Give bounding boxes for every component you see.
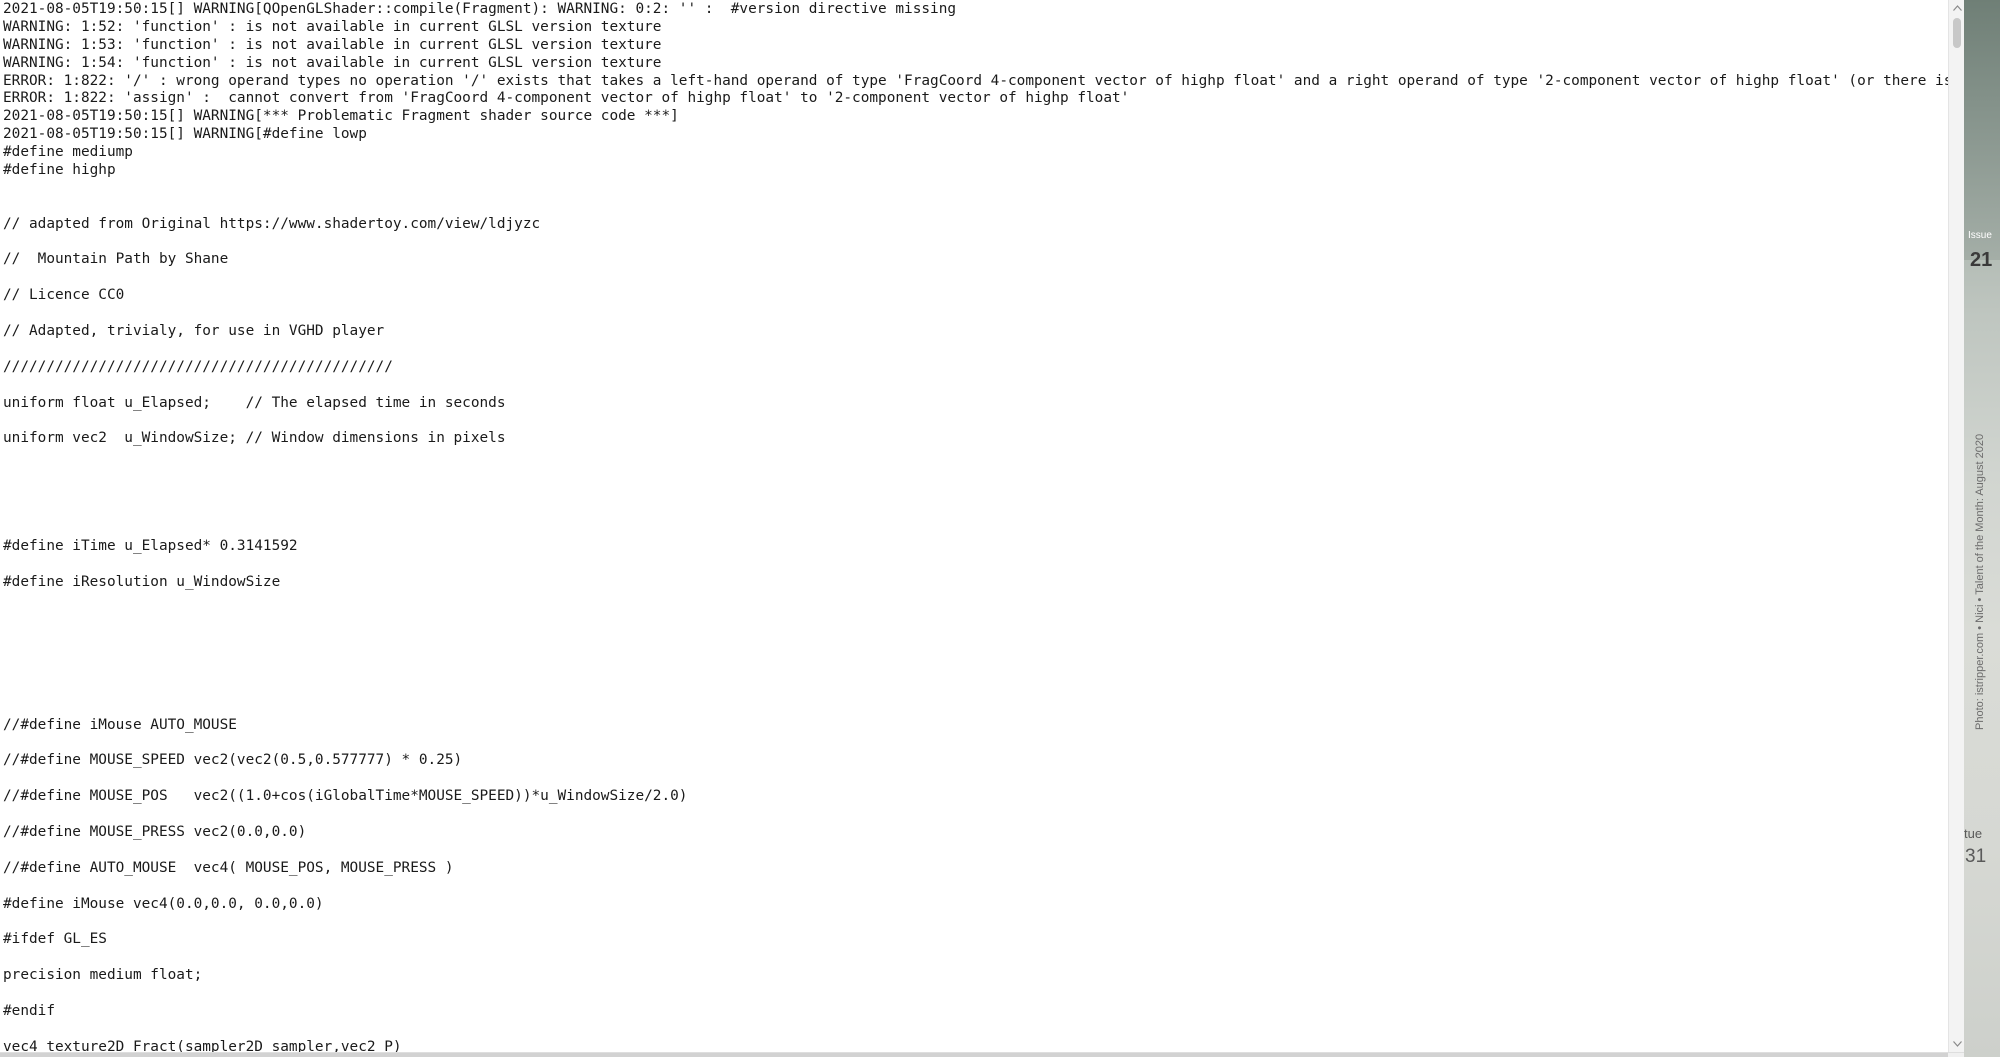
log-line: //#define MOUSE_POS vec2((1.0+cos(iGloba… [3,788,688,805]
log-line: // Mountain Path by Shane [3,251,229,268]
log-text-area[interactable]: 2021-08-05T19:50:15[] WARNING[QOpenGLSha… [0,0,1948,1052]
horizontal-scrollbar[interactable] [0,1052,1964,1057]
log-line: #define iTime u_Elapsed* 0.3141592 [3,537,298,554]
vertical-scrollbar-thumb[interactable] [1953,18,1961,48]
log-line: ERROR: 1:822: 'assign' : cannot convert … [3,90,1130,107]
wallpaper-caption: Photo: istripper.com • Nici • Talent of … [1974,433,1986,730]
log-line: // Adapted, trivialy, for use in VGHD pl… [3,323,385,340]
wallpaper-day-number: 31 [1965,846,1987,867]
log-line: #ifdef GL_ES [3,931,107,948]
log-line: uniform vec2 u_WindowSize; // Window dim… [3,430,506,447]
log-line: #define iResolution u_WindowSize [3,573,281,590]
log-line: WARNING: 1:53: 'function' : is not avail… [3,36,662,53]
log-line: // adapted from Original https://www.sha… [3,215,541,232]
log-line: #define highp [3,162,116,179]
log-content: 2021-08-05T19:50:15[] WARNING[QOpenGLSha… [3,1,1948,1052]
log-line: #define iMouse vec4(0.0,0.0, 0.0,0.0) [3,895,324,912]
log-line: // Licence CC0 [3,287,125,304]
log-line: #define mediump [3,144,133,161]
log-line: 2021-08-05T19:50:15[] WARNING[QOpenGLSha… [3,1,957,17]
wallpaper-calendar-day: tue 31 [1964,826,2000,876]
log-line: WARNING: 1:54: 'function' : is not avail… [3,54,662,71]
wallpaper-day-label: tue [1964,826,1983,841]
log-line: precision medium float; [3,967,203,984]
log-line: uniform float u_Elapsed; // The elapsed … [3,394,506,411]
scroll-down-arrow-icon[interactable] [1949,1036,1965,1052]
log-line: //#define iMouse AUTO_MOUSE [3,716,237,733]
log-line: WARNING: 1:52: 'function' : is not avail… [3,18,662,35]
log-line: 2021-08-05T19:50:15[] WARNING[#define lo… [3,126,367,143]
log-line: 2021-08-05T19:50:15[] WARNING[*** Proble… [3,108,679,125]
log-line: ////////////////////////////////////////… [3,358,393,375]
scroll-up-arrow-icon[interactable] [1949,0,1965,16]
log-line: //#define MOUSE_SPEED vec2(vec2(0.5,0.57… [3,752,463,769]
vertical-scrollbar[interactable] [1948,0,1964,1052]
log-line: vec4 texture2D_Fract(sampler2D sampler,v… [3,1038,402,1052]
log-line: //#define MOUSE_PRESS vec2(0.0,0.0) [3,823,307,840]
wallpaper-issue-number: 21 [1970,249,1993,271]
wallpaper-issue-badge: Issue 21 [1966,205,1996,271]
horizontal-scrollbar-thumb[interactable] [0,1053,1948,1057]
log-line: #endif [3,1002,55,1019]
wallpaper-issue-label: Issue [1968,230,1992,241]
log-line: //#define AUTO_MOUSE vec4( MOUSE_POS, MO… [3,859,454,876]
log-viewer-window: 2021-08-05T19:50:15[] WARNING[QOpenGLSha… [0,0,2000,1057]
log-line: ERROR: 1:822: '/' : wrong operand types … [3,72,1948,89]
